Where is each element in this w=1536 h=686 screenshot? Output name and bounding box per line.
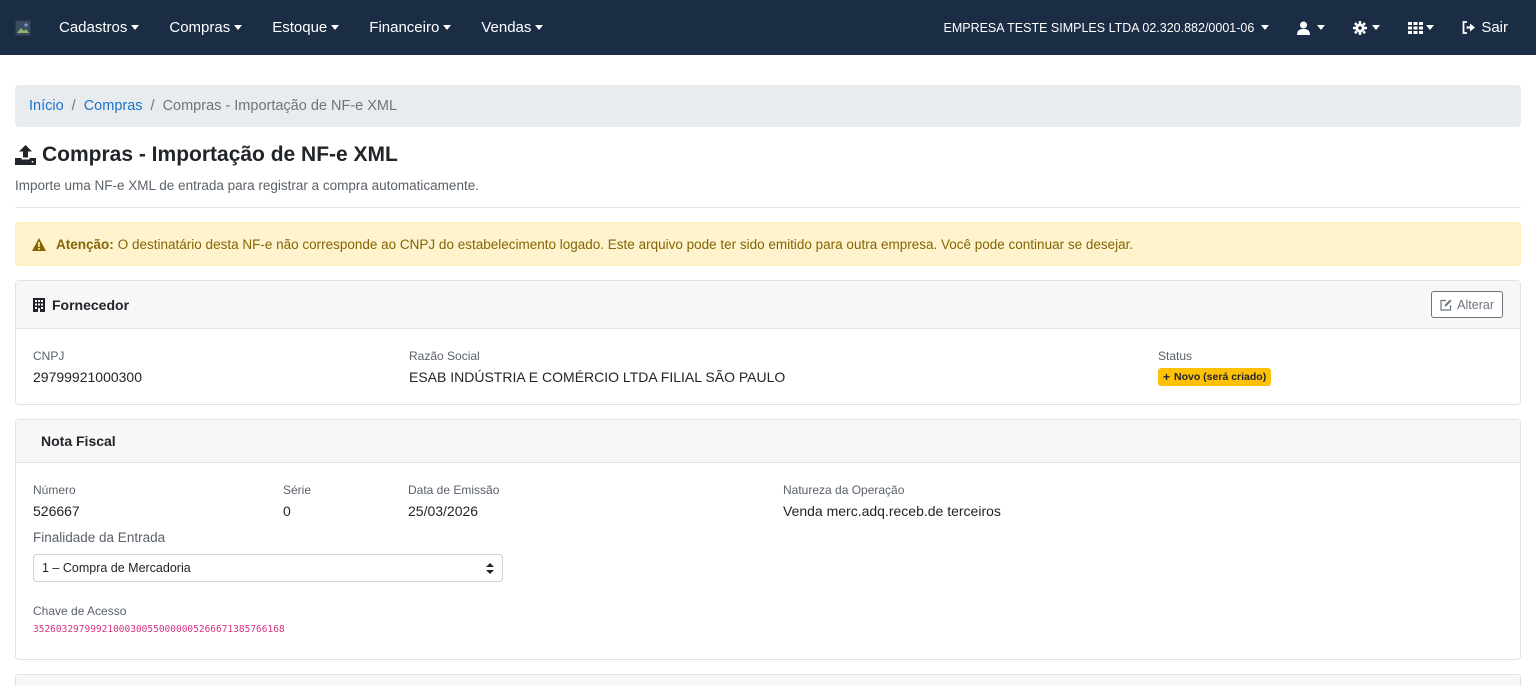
chevron-down-icon	[1261, 25, 1270, 30]
status-badge-text: Novo (será criado)	[1174, 371, 1267, 383]
invoice-series-field: Série 0	[283, 483, 311, 519]
invoice-card-body: Número 526667 Série 0 Data de Emissão 25…	[16, 463, 1520, 659]
nav-vendas[interactable]: Vendas	[481, 19, 544, 36]
sign-out-icon	[1462, 21, 1476, 34]
access-key-label: Chave de Acesso	[33, 604, 127, 618]
supplier-cnpj-value: 29799921000300	[33, 369, 143, 385]
invoice-card: Nota Fiscal Número 526667 Série 0 Data d…	[15, 419, 1521, 660]
invoice-header-title: Nota Fiscal	[41, 433, 116, 449]
nav-financeiro-label: Financeiro	[369, 19, 440, 36]
purpose-select[interactable]: 1 – Compra de Mercadoria	[33, 554, 503, 582]
nav-vendas-label: Vendas	[481, 19, 532, 36]
user-menu[interactable]	[1297, 21, 1326, 35]
purpose-label: Finalidade da Entrada	[33, 530, 166, 545]
supplier-status-field: Status + Novo (será criado)	[1158, 349, 1272, 386]
supplier-card: Fornecedor Alterar CNPJ 29799921000300 R…	[15, 280, 1521, 405]
supplier-name-value: ESAB INDÚSTRIA E COMÉRCIO LTDA FILIAL SÃ…	[409, 369, 786, 385]
alert-label: Atenção:	[56, 236, 114, 252]
invoice-nature-label: Natureza da Operação	[783, 483, 905, 497]
supplier-card-body: CNPJ 29799921000300 Razão Social ESAB IN…	[16, 329, 1520, 404]
chevron-down-icon	[1317, 25, 1326, 30]
invoice-nature-value: Venda merc.adq.receb.de terceiros	[783, 503, 1001, 519]
file-upload-icon	[15, 145, 36, 165]
status-badge: + Novo (será criado)	[1158, 368, 1272, 386]
supplier-card-header: Fornecedor Alterar	[16, 281, 1520, 329]
supplier-header-title: Fornecedor	[52, 296, 130, 313]
settings-menu[interactable]	[1353, 20, 1381, 35]
nav-cadastros[interactable]: Cadastros	[59, 19, 140, 36]
edit-supplier-button[interactable]: Alterar	[1431, 291, 1503, 318]
chevron-down-icon	[1426, 25, 1435, 30]
warning-icon	[32, 237, 46, 251]
nav-estoque-label: Estoque	[272, 19, 328, 36]
chevron-down-icon	[1372, 25, 1381, 30]
top-navbar: Cadastros Compras Estoque Financeiro Ven…	[0, 0, 1536, 55]
nav-compras-label: Compras	[169, 19, 231, 36]
breadcrumb-separator: /	[71, 98, 76, 114]
brand-logo[interactable]	[14, 19, 32, 37]
supplier-name-field: Razão Social ESAB INDÚSTRIA E COMÉRCIO L…	[409, 349, 785, 385]
invoice-number-value: 526667	[33, 503, 80, 519]
invoice-date-value: 25/03/2026	[408, 503, 479, 519]
chevron-down-icon	[535, 25, 544, 30]
supplier-status-label: Status	[1158, 349, 1193, 363]
logout-button[interactable]: Sair	[1462, 19, 1508, 36]
supplier-cnpj-field: CNPJ 29799921000300	[33, 349, 142, 385]
nav-estoque[interactable]: Estoque	[272, 19, 340, 36]
main-content: Início / Compras / Compras - Importação …	[0, 55, 1536, 686]
chevron-down-icon	[234, 25, 243, 30]
invoice-number-field: Número 526667	[33, 483, 80, 519]
select-arrows-icon	[486, 562, 494, 574]
next-card-header	[16, 675, 1520, 686]
gear-icon	[1353, 20, 1368, 35]
alert-message: O destinatário desta NF-e não correspond…	[117, 236, 1134, 252]
invoice-date-label: Data de Emissão	[408, 483, 500, 497]
chevron-down-icon	[331, 25, 340, 30]
purpose-label-wrap: Finalidade da Entrada	[33, 530, 165, 545]
invoice-number-label: Número	[33, 483, 76, 497]
invoice-date-field: Data de Emissão 25/03/2026	[408, 483, 499, 519]
warning-alert: Atenção: O destinatário desta NF-e não c…	[15, 222, 1521, 266]
building-icon	[33, 297, 45, 312]
next-card	[15, 674, 1521, 686]
breadcrumb-home[interactable]: Início	[29, 98, 64, 114]
company-name: EMPRESA TESTE SIMPLES LTDA 02.320.882/00…	[943, 20, 1255, 35]
purpose-select-value: 1 – Compra de Mercadoria	[42, 561, 191, 575]
page-title-text: Compras - Importação de NF-e XML	[42, 143, 398, 166]
invoice-series-value: 0	[283, 503, 291, 519]
nav-financeiro[interactable]: Financeiro	[369, 19, 452, 36]
chevron-down-icon	[131, 25, 140, 30]
edit-supplier-label: Alterar	[1457, 297, 1494, 312]
edit-icon	[1440, 299, 1452, 311]
nav-cadastros-label: Cadastros	[59, 19, 128, 36]
supplier-name-label: Razão Social	[409, 349, 480, 363]
company-selector[interactable]: EMPRESA TESTE SIMPLES LTDA 02.320.882/00…	[943, 20, 1270, 35]
plus-icon: +	[1163, 370, 1171, 384]
nav-compras[interactable]: Compras	[169, 19, 243, 36]
user-icon	[1297, 21, 1311, 35]
access-key-field: Chave de Acesso 352603297999210003005500…	[33, 604, 285, 635]
breadcrumb-current: Compras - Importação de NF-e XML	[162, 98, 398, 114]
page-title: Compras - Importação de NF-e XML	[15, 143, 1521, 167]
chevron-down-icon	[443, 25, 452, 30]
grid-icon	[1408, 21, 1424, 34]
supplier-cnpj-label: CNPJ	[33, 349, 65, 363]
invoice-card-header: Nota Fiscal	[16, 420, 1520, 463]
invoice-nature-field: Natureza da Operação Venda merc.adq.rece…	[783, 483, 1001, 519]
apps-menu[interactable]	[1408, 21, 1435, 34]
breadcrumb-compras[interactable]: Compras	[84, 98, 143, 114]
logout-label: Sair	[1481, 19, 1508, 36]
breadcrumb-separator: /	[150, 98, 155, 114]
breadcrumb: Início / Compras / Compras - Importação …	[15, 85, 1521, 127]
divider	[15, 207, 1521, 208]
invoice-series-label: Série	[283, 483, 312, 497]
access-key-value: 3526032979992100030055000000526667138576…	[33, 624, 285, 635]
page-subtitle: Importe uma NF-e XML de entrada para reg…	[15, 178, 479, 193]
